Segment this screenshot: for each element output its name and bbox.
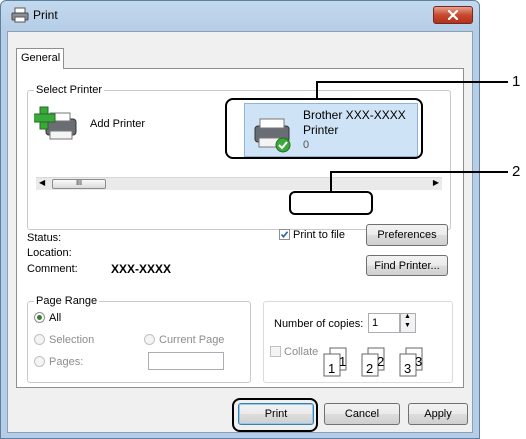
callout-number-2: 2 [512,163,521,180]
tab-general[interactable]: General [16,48,64,69]
callout-lines [316,81,508,191]
callout-number-1: 1 [512,73,521,90]
